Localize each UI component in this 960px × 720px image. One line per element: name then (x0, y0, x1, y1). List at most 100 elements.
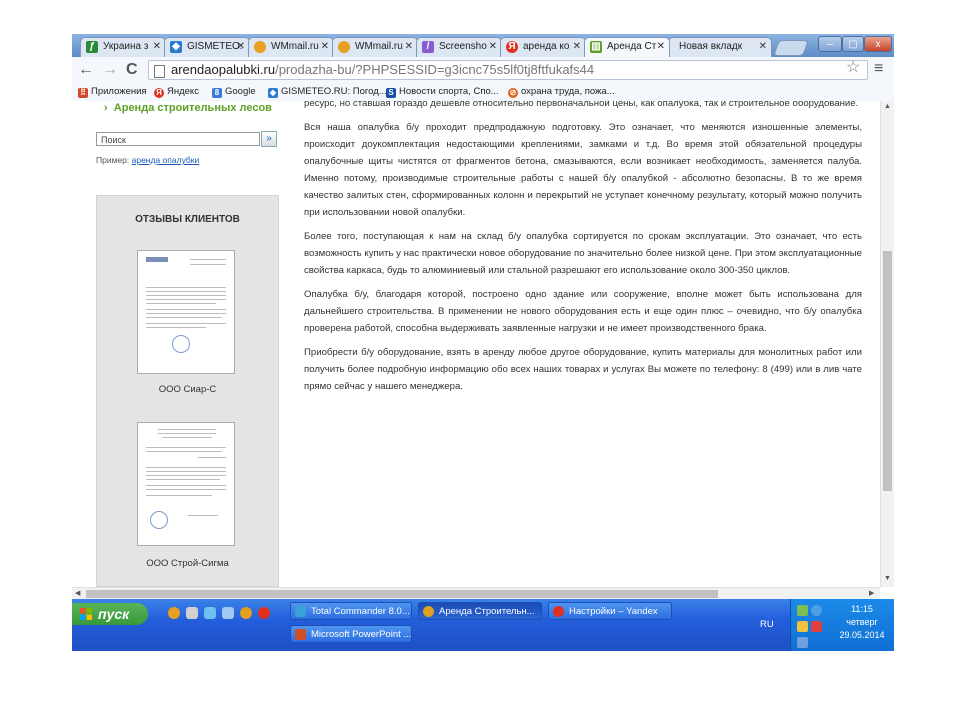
tab-wmmail-1[interactable]: WMmail.ru ✕ (248, 37, 334, 57)
close-icon[interactable]: ✕ (405, 41, 413, 52)
taskbar-label: Аренда Строительн... (439, 606, 535, 617)
text-line (146, 495, 212, 496)
bookmark-sport[interactable]: S Новости спорта, Спо... (386, 86, 499, 98)
sport-icon: S (386, 88, 396, 98)
tray-app-icon[interactable] (811, 605, 822, 616)
text-line (146, 291, 226, 292)
vertical-scrollbar[interactable]: ▲ ▼ (880, 101, 894, 587)
vertical-scroll-thumb[interactable] (883, 251, 892, 491)
text-line (146, 447, 226, 448)
taskbar-button-yandex-settings[interactable]: Настройки – Yandex (548, 602, 672, 620)
close-icon[interactable]: ✕ (657, 41, 665, 52)
clock-time: 11:15 (851, 604, 873, 614)
scroll-left-icon[interactable]: ◀ (75, 589, 80, 597)
apps-icon: ⠿ (78, 88, 88, 98)
text-line (146, 475, 226, 476)
text-line (146, 471, 226, 472)
bookmark-label: GISMETEO.RU: Погод... (281, 86, 387, 97)
maximize-button[interactable]: ▢ (842, 36, 864, 52)
horizontal-scroll-thumb[interactable] (86, 590, 718, 598)
menu-icon[interactable]: ≡ (874, 60, 883, 78)
close-icon[interactable]: ✕ (321, 41, 329, 52)
google-icon: 8 (212, 88, 222, 98)
bookmark-yandex[interactable]: Я Яндекс (154, 86, 199, 98)
quicklaunch-tool-icon[interactable] (186, 607, 198, 619)
close-icon[interactable]: ✕ (153, 41, 161, 52)
close-icon[interactable]: ✕ (489, 41, 497, 52)
scroll-right-icon[interactable]: ▶ (869, 589, 874, 597)
quicklaunch-yandex-icon[interactable] (258, 607, 270, 619)
volume-icon[interactable] (797, 621, 808, 632)
review-thumbnail[interactable] (137, 250, 235, 374)
address-bar[interactable]: arendaopalubki.ru/prodazha-bu/?PHPSESSID… (148, 60, 868, 80)
sidebar-link-scaffolding[interactable]: › Аренда строительных лесов (104, 102, 272, 114)
tab-arenda-active[interactable]: ▥ Аренда Ст ✕ (584, 37, 670, 57)
text-line (198, 457, 226, 458)
bookmark-safety[interactable]: ⊘ охрана труда, пожа... (508, 86, 615, 98)
text-line (146, 451, 222, 452)
tab-gismeteo[interactable]: ◆ GISMETEO. ✕ (164, 37, 250, 57)
example-link[interactable]: аренда опалубки (132, 155, 200, 165)
review-caption: ООО Сиар-С (158, 384, 217, 395)
bookmark-label: Приложения (91, 86, 147, 97)
taskbar-button-chrome[interactable]: Аренда Строительн... (418, 602, 542, 620)
quicklaunch-chrome-icon[interactable] (240, 607, 252, 619)
tab-screenshot[interactable]: / Screensho ✕ (416, 37, 502, 57)
paragraph: Вся наша опалубка б/у проходит предпрода… (304, 122, 862, 218)
bookmark-label: Яндекс (167, 86, 199, 97)
security-icon[interactable] (811, 621, 822, 632)
tab-ukraine-weather[interactable]: ƒ Украина з ✕ (80, 37, 166, 57)
text-line (146, 467, 226, 468)
paragraph: Приобрести б/у оборудование, взять в аре… (304, 347, 862, 392)
forward-button[interactable]: → (102, 60, 118, 80)
bookmark-apps[interactable]: ⠿ Приложения (78, 86, 147, 98)
taskbar-button-total-commander[interactable]: Total Commander 8.0... (290, 602, 412, 620)
page-viewport: › Аренда строительных лесов Поиск » Прим… (72, 101, 894, 587)
safety-icon: ⊘ (508, 88, 518, 98)
search-button[interactable]: » (261, 131, 277, 147)
bookmark-gismeteo[interactable]: ◆ GISMETEO.RU: Погод... (268, 86, 387, 98)
back-button[interactable]: ← (78, 60, 94, 80)
close-icon[interactable]: ✕ (573, 41, 581, 52)
language-indicator[interactable]: RU (760, 619, 774, 630)
tab-yandex-search[interactable]: Я аренда ко ✕ (500, 37, 586, 57)
tab-label: WMmail.ru (355, 41, 403, 52)
tab-label: Новая вкладк (679, 41, 743, 52)
taskbar-button-powerpoint[interactable]: Microsoft PowerPoint ... (290, 625, 412, 643)
horizontal-scrollbar[interactable]: ◀ ▶ (72, 587, 880, 599)
star-icon[interactable]: ☆ (846, 57, 860, 77)
signature-line (188, 515, 218, 516)
close-icon[interactable]: ✕ (237, 41, 245, 52)
url-text[interactable]: arendaopalubki.ru/prodazha-bu/?PHPSESSID… (171, 62, 594, 77)
quicklaunch-ie-icon[interactable] (204, 607, 216, 619)
close-icon[interactable]: ✕ (759, 41, 767, 52)
weather-icon: ƒ (86, 41, 98, 53)
chrome-icon (423, 606, 434, 617)
scroll-down-icon[interactable]: ▼ (884, 575, 891, 582)
reload-button[interactable]: C (126, 60, 138, 80)
tab-wmmail-2[interactable]: WMmail.ru ✕ (332, 37, 418, 57)
minimize-button[interactable]: – (818, 36, 842, 52)
review-thumbnail[interactable] (137, 422, 235, 546)
search-input[interactable]: Поиск (96, 132, 260, 146)
url-path: /prodazha-bu/?PHPSESSID=g3icnc75s5lf0tj8… (275, 62, 595, 77)
text-line (146, 323, 226, 324)
scroll-up-icon[interactable]: ▲ (884, 103, 891, 110)
quicklaunch-app-icon[interactable] (168, 607, 180, 619)
start-button[interactable]: пуск (72, 603, 148, 625)
quicklaunch-desktop-icon[interactable] (222, 607, 234, 619)
tab-label: аренда ко (523, 41, 570, 52)
tray-monitor-icon[interactable] (797, 637, 808, 648)
search-example: Пример: аренда опалубки (96, 155, 199, 165)
network-icon[interactable] (797, 605, 808, 616)
reviews-title: ОТЗЫВЫ КЛИЕНТОВ (135, 214, 240, 225)
clock-day: четверг (846, 617, 878, 627)
close-window-button[interactable]: x (864, 36, 892, 52)
sidebar-link-label: Аренда строительных лесов (113, 102, 272, 114)
new-tab-button[interactable] (773, 40, 809, 56)
text-line (158, 429, 216, 430)
tab-new[interactable]: Новая вкладк ✕ (668, 37, 772, 57)
total-commander-icon (295, 606, 306, 617)
clock[interactable]: 11:15 четверг 29.05.2014 (830, 603, 894, 642)
bookmark-google[interactable]: 8 Google (212, 86, 256, 98)
